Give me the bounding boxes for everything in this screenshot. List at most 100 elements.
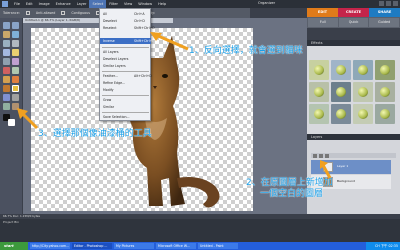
eyedropper-tool-icon[interactable] xyxy=(12,31,19,38)
marquee-tool-icon[interactable] xyxy=(3,40,10,47)
app-logo-icon xyxy=(2,1,8,7)
healing-tool-icon[interactable] xyxy=(12,67,19,74)
effect-thumbnail[interactable] xyxy=(375,60,395,80)
menu-file[interactable]: File xyxy=(11,0,23,8)
new-layer-icon[interactable] xyxy=(313,153,317,158)
effect-thumbnail[interactable] xyxy=(375,104,395,124)
blur-tool-icon[interactable] xyxy=(3,103,10,110)
tab-edit[interactable]: EDIT xyxy=(307,8,338,17)
eraser-tool-icon[interactable] xyxy=(12,76,19,83)
mode-tabs: EDIT CREATE SHARE xyxy=(307,8,400,17)
cookie-cutter-tool-icon[interactable] xyxy=(12,58,19,65)
menu-help[interactable]: Help xyxy=(155,0,169,8)
organizer-button[interactable]: Organizer xyxy=(258,1,275,5)
close-icon[interactable] xyxy=(393,1,398,6)
taskbar-item-photoshop[interactable]: Editor - Photoshop ... xyxy=(72,243,112,249)
move-tool-icon[interactable] xyxy=(3,22,10,29)
effect-thumbnail[interactable] xyxy=(309,60,329,80)
menu-item-shortcut: Ctrl+D xyxy=(134,19,145,23)
effect-thumbnail[interactable] xyxy=(375,82,395,102)
adjustment-layer-icon[interactable] xyxy=(319,153,323,158)
minimize-icon[interactable] xyxy=(379,1,384,6)
effect-thumbnail[interactable] xyxy=(309,82,329,102)
menu-window[interactable]: Window xyxy=(135,0,155,8)
menu-item-inverse[interactable]: Inverse Shift+Ctrl+I xyxy=(103,39,153,43)
hand-tool-icon[interactable] xyxy=(3,31,10,38)
arrow-icon xyxy=(320,160,332,179)
contiguous-checkbox[interactable] xyxy=(61,11,66,15)
gradient-tool-icon[interactable] xyxy=(3,94,10,101)
system-tray: CH 下午 02:35 xyxy=(366,242,400,250)
effect-thumbnail[interactable] xyxy=(353,82,373,102)
project-bin: Project Bin xyxy=(0,219,400,242)
tab-share[interactable]: SHARE xyxy=(369,8,400,17)
start-button[interactable]: start xyxy=(0,242,28,250)
brush-tool-icon[interactable] xyxy=(3,85,10,92)
red-eye-tool-icon[interactable] xyxy=(3,67,10,74)
language-indicator[interactable]: CH xyxy=(375,244,380,248)
taskbar-item-paint[interactable]: Untitled - Paint xyxy=(198,243,238,249)
menu-item-feather[interactable]: Feather... Alt+Ctrl+D xyxy=(103,74,152,78)
annotation-3: 3、選擇那個像油漆桶的工具 xyxy=(38,129,152,139)
effect-thumbnail[interactable] xyxy=(353,60,373,80)
menu-item-label: Similar xyxy=(103,105,115,109)
menu-item-all-layers[interactable]: All Layers xyxy=(103,50,119,54)
zoom-tool-icon[interactable] xyxy=(12,22,19,29)
contiguous-label: Contiguous xyxy=(71,11,90,15)
menu-item-label: Inverse xyxy=(103,39,115,43)
menu-select[interactable]: Select xyxy=(89,0,107,8)
effect-thumbnail[interactable] xyxy=(331,60,351,80)
arrow-icon xyxy=(150,32,189,51)
menu-item-label: All xyxy=(103,12,107,16)
maximize-icon[interactable] xyxy=(386,1,391,6)
menu-item-label: All Layers xyxy=(103,50,119,54)
subtab-quick[interactable]: Quick xyxy=(338,18,369,27)
paint-bucket-tool-icon[interactable] xyxy=(12,85,19,92)
clone-stamp-tool-icon[interactable] xyxy=(3,76,10,83)
window-controls xyxy=(379,1,398,6)
clock: 下午 02:35 xyxy=(380,244,398,248)
type-tool-icon[interactable] xyxy=(12,49,19,56)
subtab-guided[interactable]: Guided xyxy=(369,18,400,27)
shape-tool-icon[interactable] xyxy=(12,94,19,101)
menu-item-deselect-layers[interactable]: Deselect Layers xyxy=(103,57,128,61)
menu-item-all[interactable]: All Ctrl+A xyxy=(103,12,145,16)
subtab-full[interactable]: Full xyxy=(308,18,338,27)
taskbar-item-word[interactable]: Microsoft Office W... xyxy=(156,243,196,249)
anti-aliased-checkbox[interactable] xyxy=(25,11,30,15)
menu-item-refine-edge[interactable]: Refine Edge... xyxy=(103,81,125,85)
menu-enhance[interactable]: Enhance xyxy=(53,0,74,8)
menu-filter[interactable]: Filter xyxy=(106,0,121,8)
menu-item-label: Similar Layers xyxy=(103,64,126,68)
menu-edit[interactable]: Edit xyxy=(23,0,36,8)
menu-item-label: Modify xyxy=(103,88,114,92)
menu-item-reselect[interactable]: Reselect Shift+Ctrl+D xyxy=(103,26,155,30)
menu-item-shortcut: Alt+Ctrl+D xyxy=(134,74,152,78)
crop-tool-icon[interactable] xyxy=(3,58,10,65)
menu-item-similar[interactable]: Similar xyxy=(103,105,114,109)
effect-thumbnail[interactable] xyxy=(353,104,373,124)
background-color-swatch[interactable] xyxy=(8,119,15,126)
effect-thumbnail[interactable] xyxy=(309,104,329,124)
delete-layer-icon[interactable] xyxy=(325,153,329,158)
effect-thumbnail[interactable] xyxy=(331,104,351,124)
effect-thumbnail[interactable] xyxy=(331,82,351,102)
edit-subtabs: Full Quick Guided xyxy=(307,17,400,28)
menu-layer[interactable]: Layer xyxy=(74,0,90,8)
menu-item-save-selection[interactable]: Save Selection... xyxy=(103,115,130,119)
lasso-tool-icon[interactable] xyxy=(12,40,19,47)
menu-item-similar-layers[interactable]: Similar Layers xyxy=(103,64,126,68)
magic-wand-tool-icon[interactable] xyxy=(3,49,10,56)
menu-view[interactable]: View xyxy=(121,0,135,8)
annotation-2-line2: 一個空白的圖層 xyxy=(260,189,324,199)
arrow-icon xyxy=(17,108,39,130)
menu-item-label: Save Selection... xyxy=(103,115,130,119)
menu-item-grow[interactable]: Grow xyxy=(103,98,111,102)
menu-image[interactable]: Image xyxy=(36,0,53,8)
taskbar-item-pictures[interactable]: My Pictures xyxy=(114,243,154,249)
menu-item-deselect[interactable]: Deselect Ctrl+D xyxy=(103,19,145,23)
tab-create[interactable]: CREATE xyxy=(338,8,369,17)
menu-item-modify[interactable]: Modify xyxy=(103,88,114,92)
taskbar-item-browser[interactable]: http://City.yahoo.com... xyxy=(30,243,70,249)
menu-bar: File Edit Image Enhance Layer Select Fil… xyxy=(0,0,400,8)
